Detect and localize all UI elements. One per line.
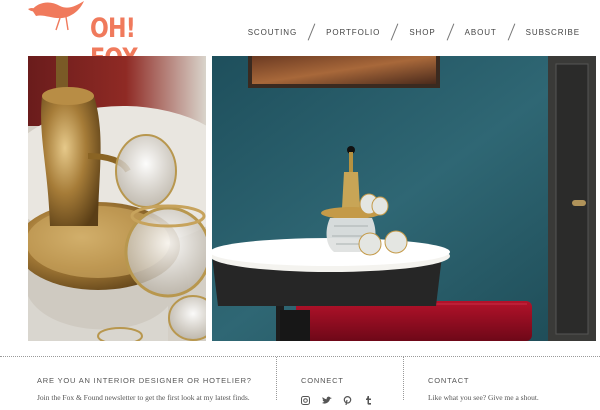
footer-column-divider [276, 357, 277, 400]
photo-decanter-closeup[interactable] [28, 56, 206, 341]
newsletter-text[interactable]: Join the Fox & Found newsletter to get t… [37, 393, 252, 402]
footer-newsletter: ARE YOU AN INTERIOR DESIGNER OR HOTELIER… [37, 376, 252, 402]
footer-connect: CONNECT [301, 376, 373, 406]
nav-divider [390, 23, 399, 41]
nav-item-scouting[interactable]: SCOUTING [248, 28, 297, 37]
fox-icon [28, 1, 84, 31]
connect-heading: CONNECT [301, 376, 344, 385]
contact-heading: CONTACT [428, 376, 470, 385]
nav-item-portfolio[interactable]: PORTFOLIO [326, 28, 380, 37]
footer-contact: CONTACT Like what you see? Give me a sho… [428, 376, 539, 402]
footer-column-divider [403, 357, 404, 400]
nav-divider [507, 23, 515, 41]
contact-text[interactable]: Like what you see? Give me a shout. [428, 393, 539, 402]
photo-teal-room[interactable] [212, 56, 596, 341]
main-nav: SCOUTING PORTFOLIO SHOP ABOUT SUBSCRIBE [248, 22, 580, 42]
nav-item-subscribe[interactable]: SUBSCRIBE [526, 28, 580, 37]
nav-divider [307, 23, 316, 41]
nav-item-about[interactable]: ABOUT [465, 28, 497, 37]
nav-item-shop[interactable]: SHOP [409, 28, 435, 37]
footer-divider [0, 356, 600, 357]
site-logo[interactable]: OH! FOX [26, 0, 166, 74]
nav-divider [446, 23, 454, 41]
newsletter-heading: ARE YOU AN INTERIOR DESIGNER OR HOTELIER… [37, 376, 252, 385]
